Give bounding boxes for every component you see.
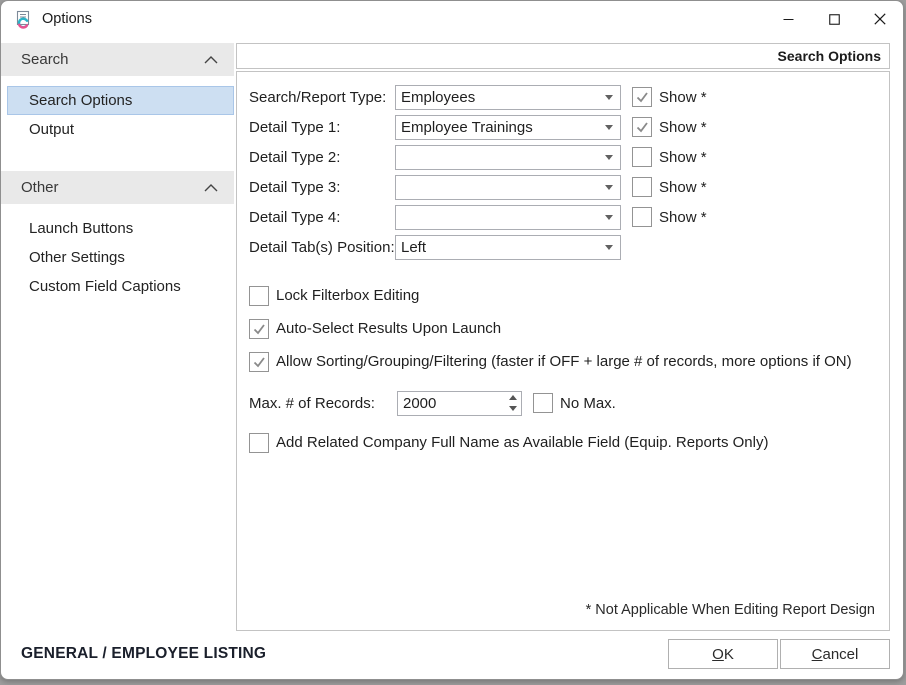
close-icon xyxy=(874,13,886,25)
max-records-row: Max. # of Records: No Max. xyxy=(249,384,889,422)
context-label: GENERAL / EMPLOYEE LISTING xyxy=(21,645,266,663)
maximize-button[interactable] xyxy=(811,1,857,37)
sidebar-group-search-label: Search xyxy=(21,51,69,68)
sidebar-item-label: Other Settings xyxy=(29,249,125,266)
sidebar-item-label: Launch Buttons xyxy=(29,220,133,237)
checkmark-icon xyxy=(635,120,649,134)
footnote: * Not Applicable When Editing Report Des… xyxy=(586,602,875,618)
chevron-up-icon xyxy=(204,56,218,64)
spinner-down-button[interactable] xyxy=(504,403,521,415)
maximize-icon xyxy=(829,14,840,25)
sidebar-item-other-settings[interactable]: Other Settings xyxy=(7,243,234,272)
show-label: Show * xyxy=(659,149,707,166)
auto-select-results-row: Auto-Select Results Upon Launch xyxy=(249,312,889,345)
ok-button[interactable]: OK xyxy=(668,639,778,669)
content-header: Search Options xyxy=(236,43,890,69)
sidebar-group-search[interactable]: Search xyxy=(1,43,234,76)
options-dialog: Options Search Search Options xyxy=(0,0,904,680)
show-checkbox[interactable] xyxy=(632,147,652,167)
allow-sorting-grouping-filtering-checkbox[interactable] xyxy=(249,352,269,372)
field-label: Search/Report Type: xyxy=(249,89,395,106)
caret-down-icon xyxy=(605,215,613,220)
show-checkbox[interactable] xyxy=(632,117,652,137)
checkbox-label: Lock Filterbox Editing xyxy=(276,287,419,304)
sidebar: Search Search Options Output Other Launc… xyxy=(1,37,234,633)
window-controls xyxy=(765,1,903,37)
dropdown-value: Employee Trainings xyxy=(401,119,605,136)
show-checkbox[interactable] xyxy=(632,87,652,107)
allow-sorting-grouping-filtering-row: Allow Sorting/Grouping/Filtering (faster… xyxy=(249,345,889,378)
field-label: Detail Tab(s) Position: xyxy=(249,239,395,256)
add-related-company-row: Add Related Company Full Name as Availab… xyxy=(249,426,889,459)
no-max-label: No Max. xyxy=(560,395,616,412)
field-label: Detail Type 3: xyxy=(249,179,395,196)
max-records-input[interactable] xyxy=(398,392,504,415)
caret-down-icon xyxy=(605,125,613,130)
search-report-type-row: Search/Report Type: Employees Show * xyxy=(249,82,889,112)
show-checkbox[interactable] xyxy=(632,207,652,227)
sidebar-item-output[interactable]: Output xyxy=(7,115,234,144)
title-bar: Options xyxy=(1,1,903,37)
detail-type-1-dropdown[interactable]: Employee Trainings xyxy=(395,115,621,140)
spinner-up-button[interactable] xyxy=(504,392,521,404)
field-label: Detail Type 1: xyxy=(249,119,395,136)
field-label: Detail Type 4: xyxy=(249,209,395,226)
auto-select-results-checkbox[interactable] xyxy=(249,319,269,339)
detail-type-3-dropdown[interactable] xyxy=(395,175,621,200)
detail-type-3-row: Detail Type 3: Show * xyxy=(249,172,889,202)
search-report-type-dropdown[interactable]: Employees xyxy=(395,85,621,110)
detail-type-2-dropdown[interactable] xyxy=(395,145,621,170)
sidebar-group-other-label: Other xyxy=(21,179,59,196)
max-records-spinner xyxy=(397,391,522,416)
caret-down-icon xyxy=(605,95,613,100)
minimize-icon xyxy=(783,14,794,25)
minimize-button[interactable] xyxy=(765,1,811,37)
no-max-checkbox[interactable] xyxy=(533,393,553,413)
checkbox-label: Add Related Company Full Name as Availab… xyxy=(276,434,768,451)
add-related-company-checkbox[interactable] xyxy=(249,433,269,453)
sidebar-item-label: Search Options xyxy=(29,92,132,109)
detail-type-1-row: Detail Type 1: Employee Trainings Show * xyxy=(249,112,889,142)
sidebar-item-launch-buttons[interactable]: Launch Buttons xyxy=(7,214,234,243)
page-title: Search Options xyxy=(778,48,881,64)
footer-bar: GENERAL / EMPLOYEE LISTING OK Cancel xyxy=(1,633,903,679)
checkmark-icon xyxy=(635,90,649,104)
detail-type-4-row: Detail Type 4: Show * xyxy=(249,202,889,232)
show-label: Show * xyxy=(659,209,707,226)
app-icon xyxy=(14,10,33,29)
caret-down-icon xyxy=(605,155,613,160)
detail-type-2-row: Detail Type 2: Show * xyxy=(249,142,889,172)
dropdown-value: Employees xyxy=(401,89,605,106)
triangle-down-icon xyxy=(509,406,517,411)
sidebar-group-other[interactable]: Other xyxy=(1,171,234,204)
detail-tabs-position-dropdown[interactable]: Left xyxy=(395,235,621,260)
checkbox-label: Auto-Select Results Upon Launch xyxy=(276,320,501,337)
search-options-panel: Search/Report Type: Employees Show * Det… xyxy=(236,71,890,631)
cancel-button[interactable]: Cancel xyxy=(780,639,890,669)
checkmark-icon xyxy=(252,322,266,336)
caret-down-icon xyxy=(605,185,613,190)
max-records-label: Max. # of Records: xyxy=(249,395,397,412)
chevron-up-icon xyxy=(204,184,218,192)
close-button[interactable] xyxy=(857,1,903,37)
show-label: Show * xyxy=(659,119,707,136)
sidebar-item-label: Custom Field Captions xyxy=(29,278,181,295)
window-title: Options xyxy=(42,11,92,27)
sidebar-item-label: Output xyxy=(29,121,74,138)
dropdown-value: Left xyxy=(401,239,605,256)
lock-filterbox-editing-checkbox[interactable] xyxy=(249,286,269,306)
field-label: Detail Type 2: xyxy=(249,149,395,166)
sidebar-item-custom-field-captions[interactable]: Custom Field Captions xyxy=(7,272,234,301)
detail-tabs-position-row: Detail Tab(s) Position: Left xyxy=(249,232,889,262)
caret-down-icon xyxy=(605,245,613,250)
triangle-up-icon xyxy=(509,395,517,400)
sidebar-item-search-options[interactable]: Search Options xyxy=(7,86,234,115)
show-label: Show * xyxy=(659,89,707,106)
show-label: Show * xyxy=(659,179,707,196)
checkmark-icon xyxy=(252,355,266,369)
detail-type-4-dropdown[interactable] xyxy=(395,205,621,230)
checkbox-label: Allow Sorting/Grouping/Filtering (faster… xyxy=(276,353,852,370)
lock-filterbox-editing-row: Lock Filterbox Editing xyxy=(249,279,889,312)
show-checkbox[interactable] xyxy=(632,177,652,197)
